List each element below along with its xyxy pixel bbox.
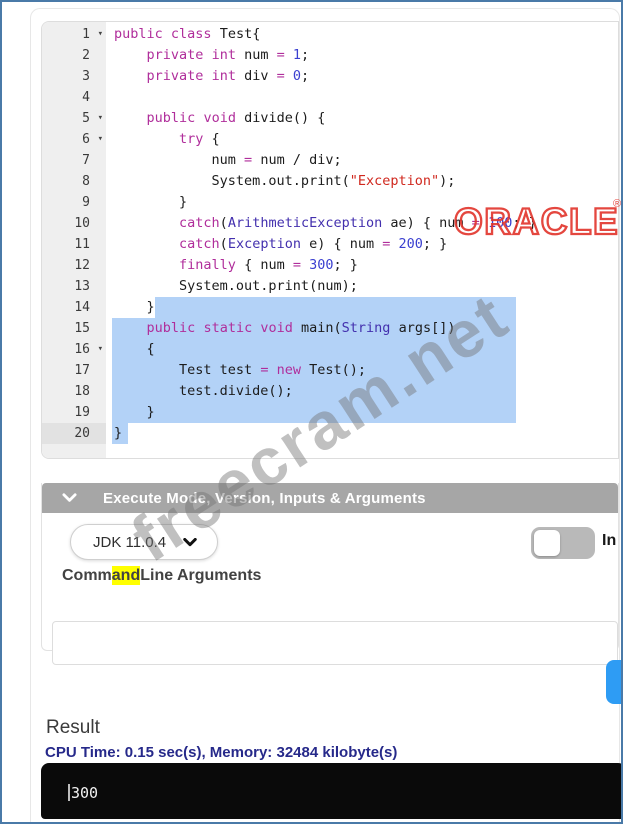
line-number: 17 (74, 363, 90, 378)
code-line[interactable]: 6 ▾ try { (42, 129, 618, 150)
code-line[interactable]: 13 System.out.print(num); (42, 276, 618, 297)
cpu-memory-stats: CPU Time: 0.15 sec(s), Memory: 32484 kil… (45, 744, 398, 761)
line-number: 16 ▾ (42, 339, 106, 360)
line-number: 5 ▾ (42, 108, 106, 129)
selection-highlight (112, 339, 516, 360)
line-number: 1 ▾ (42, 24, 106, 45)
chevron-down-icon (62, 493, 77, 502)
args-label-suffix: Line Arguments (140, 567, 262, 584)
line-number: 7 (82, 153, 90, 168)
line-number: 3 (82, 69, 90, 84)
code-line[interactable]: 1 ▾ public class Test{ (42, 24, 618, 45)
execute-panel-body: JDK 11.0.4 In CommandLine Arguments (42, 513, 618, 665)
line-number: 9 (82, 195, 90, 210)
line-number: 6 ▾ (42, 129, 106, 150)
commandline-arguments-label: CommandLine Arguments (62, 566, 262, 585)
code-line[interactable]: 4 (42, 87, 618, 108)
line-number: 4 (82, 90, 90, 105)
code-line[interactable]: 11 catch(Exception e) { num = 200; } (42, 234, 618, 255)
line-number: 14 (74, 300, 90, 315)
commandline-arguments-input[interactable] (52, 621, 618, 665)
code-line[interactable]: 5 ▾ public void divide() { (42, 108, 618, 129)
panel-title: Execute Mode, Version, Inputs & Argument… (103, 489, 426, 507)
code-line[interactable]: 16 ▾ { (42, 339, 618, 360)
line-number: 20 (42, 423, 106, 444)
code-line[interactable]: 12 finally { num = 300; } (42, 255, 618, 276)
toggle-label: In (602, 532, 617, 549)
code-line[interactable]: 14 } (42, 297, 618, 318)
jdk-version-value: JDK 11.0.4 (93, 533, 167, 551)
selection-highlight (112, 402, 516, 423)
jdk-version-select[interactable]: JDK 11.0.4 (70, 524, 218, 560)
line-number: 15 (74, 321, 90, 336)
output-terminal: 300 (41, 763, 621, 819)
code-line[interactable]: 10 catch(ArithmeticException ae) { num =… (42, 213, 618, 234)
selection-highlight (155, 297, 516, 318)
code-line[interactable]: 7 num = num / div; (42, 150, 618, 171)
code-line[interactable]: 15 public static void main(String args[]… (42, 318, 618, 339)
line-number: 8 (82, 174, 90, 189)
code-line[interactable]: 8 System.out.print("Exception"); (42, 171, 618, 192)
terminal-cursor (68, 784, 70, 801)
code-line[interactable]: 9 } (42, 192, 618, 213)
interactive-toggle[interactable] (531, 527, 595, 559)
execute-panel-header[interactable]: Execute Mode, Version, Inputs & Argument… (42, 483, 618, 513)
code-line[interactable]: 3 private int div = 0; (42, 66, 618, 87)
content-card: 1 ▾ public class Test{2 private int num = … (30, 8, 621, 822)
page: 1 ▾ public class Test{2 private int num = … (0, 0, 623, 824)
line-number: 18 (74, 384, 90, 399)
code-line[interactable]: 18 test.divide(); (42, 381, 618, 402)
line-number: 13 (74, 279, 90, 294)
code-lines: 1 ▾ public class Test{2 private int num = … (42, 22, 618, 444)
execute-button[interactable] (606, 660, 621, 704)
execute-panel: Execute Mode, Version, Inputs & Argument… (41, 483, 619, 665)
fold-caret-icon[interactable]: ▾ (98, 108, 103, 129)
fold-caret-icon[interactable]: ▾ (98, 24, 103, 45)
code-line[interactable]: 20} (42, 423, 618, 444)
code-editor[interactable]: 1 ▾ public class Test{2 private int num = … (41, 21, 619, 459)
line-number: 19 (74, 405, 90, 420)
line-number: 11 (74, 237, 90, 252)
code-line[interactable]: 19 } (42, 402, 618, 423)
chevron-down-icon (183, 537, 197, 546)
terminal-output: 300 (71, 784, 99, 802)
line-number: 10 (74, 216, 90, 231)
result-heading: Result (46, 717, 100, 738)
search-highlight: and (111, 566, 141, 585)
fold-caret-icon[interactable]: ▾ (98, 129, 103, 150)
toggle-knob (534, 530, 560, 556)
code-line[interactable]: 2 private int num = 1; (42, 45, 618, 66)
line-number: 12 (74, 258, 90, 273)
args-label-prefix: Comm (62, 567, 112, 584)
fold-caret-icon[interactable]: ▾ (98, 339, 103, 360)
line-number: 2 (82, 48, 90, 63)
code-line[interactable]: 17 Test test = new Test(); (42, 360, 618, 381)
